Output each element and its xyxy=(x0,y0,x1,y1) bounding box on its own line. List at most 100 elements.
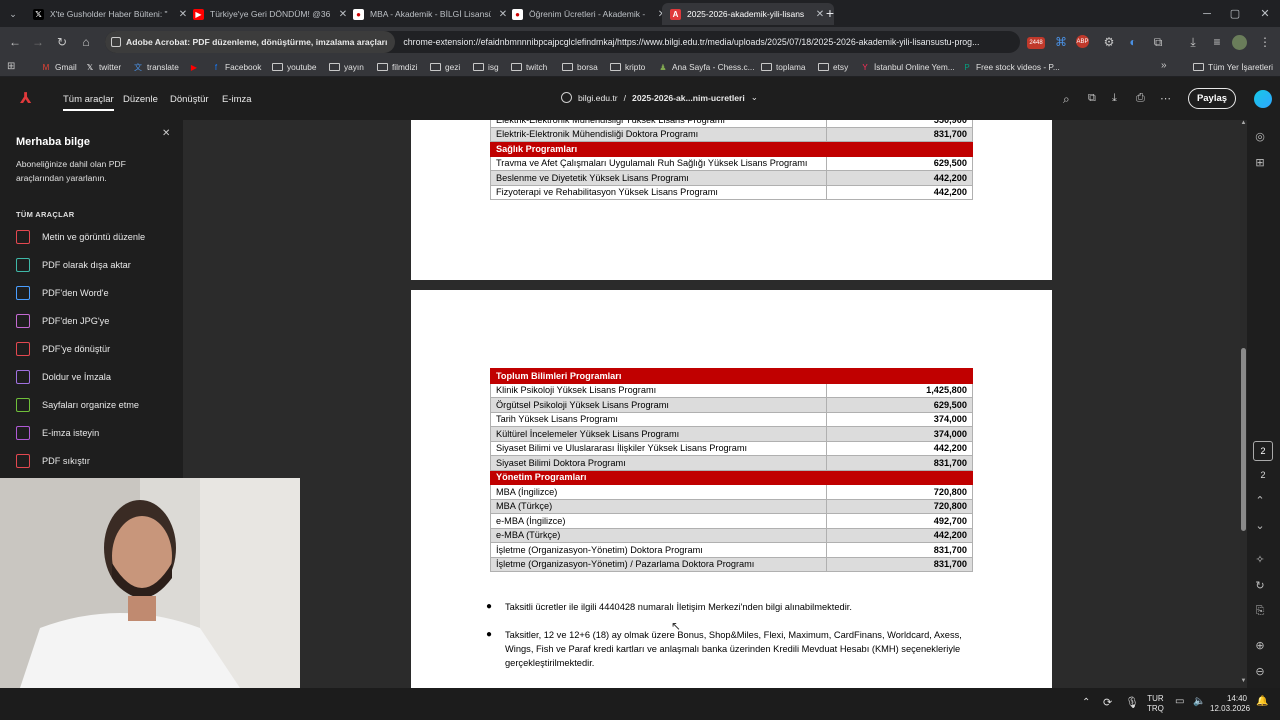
menu-edit[interactable]: Düzenle xyxy=(123,94,158,105)
bookmarks-overflow-icon[interactable]: » xyxy=(1161,60,1167,71)
bookmark-5[interactable]: f Facebook xyxy=(211,59,262,75)
new-tab-button[interactable]: + xyxy=(822,5,838,21)
extension-icon-b[interactable]: ◐ xyxy=(1124,33,1142,51)
bookmark-1[interactable]: M Gmail xyxy=(41,59,77,75)
tab-2[interactable]: ▶ Türkiye'ye Geri DÖNDÜM! @36 ✕ xyxy=(185,3,357,25)
back-icon[interactable]: ← xyxy=(6,33,24,51)
bookmark-10[interactable]: isg xyxy=(473,59,499,75)
breadcrumb-file[interactable]: 2025-2026-ak...nim-ucretleri xyxy=(632,93,745,103)
bookmark-label: twitter xyxy=(99,62,122,72)
bookmark-13[interactable]: kripto xyxy=(610,59,645,75)
close-window-button[interactable]: ✕ xyxy=(1250,0,1280,27)
reload-icon[interactable]: ↻ xyxy=(53,33,71,51)
reading-list-icon[interactable]: ≡ xyxy=(1208,33,1226,51)
bookmark-14[interactable]: ♟ Ana Sayfa - Chess.c... xyxy=(658,59,754,75)
tool-item-8[interactable]: E-imza isteyin xyxy=(16,423,99,443)
panel-close-icon[interactable]: ✕ xyxy=(162,128,170,139)
pdf-viewer[interactable]: Elektrik-Elektronik Mühendisliği Yüksek … xyxy=(183,120,1240,688)
scrollbar-up-icon[interactable]: ▲ xyxy=(1240,120,1247,126)
acrobat-logo-icon[interactable]: ⅄ xyxy=(20,91,35,106)
tool-item-4[interactable]: PDF'den JPG'ye xyxy=(16,311,109,331)
zoom-out-icon[interactable]: ⊖ xyxy=(1251,662,1269,680)
comments-panel-icon[interactable]: ◎ xyxy=(1251,127,1269,145)
program-fee: 629,500 xyxy=(826,155,973,171)
bookmark-15[interactable]: toplama xyxy=(761,59,806,75)
translate-ext-icon[interactable]: ⌘ xyxy=(1052,33,1070,51)
tool-item-2[interactable]: PDF olarak dışa aktar xyxy=(16,255,131,275)
apps-grid-icon[interactable]: ⊞ xyxy=(7,60,19,72)
search-icon[interactable]: ⌕ xyxy=(1063,92,1070,107)
notifications-icon[interactable]: 🔔 xyxy=(1256,696,1268,707)
bookmark-11[interactable]: twitch xyxy=(511,59,547,75)
microphone-icon[interactable]: 🎙 xyxy=(1125,696,1139,709)
tab-5[interactable]: A 2025-2026-akademik-yili-lisans ✕ xyxy=(662,3,834,25)
acrobat-extension-chip[interactable]: Adobe Acrobat: PDF düzenleme, dönüştürme… xyxy=(105,31,396,53)
bookmark-6[interactable]: youtube xyxy=(272,59,317,75)
current-page-box[interactable]: 2 xyxy=(1253,441,1273,461)
more-options-icon[interactable]: ⋯ xyxy=(1160,92,1171,105)
adblock-icon[interactable]: ABP xyxy=(1076,35,1089,48)
scrollbar-down-icon[interactable]: ▼ xyxy=(1240,678,1247,684)
home-icon[interactable]: ⌂ xyxy=(77,33,95,51)
bookmark-18[interactable]: P Free stock videos - P... xyxy=(962,59,1059,75)
menu-kebab-icon[interactable]: ⋮ xyxy=(1256,33,1274,51)
bookmark-8[interactable]: filmdizi xyxy=(377,59,417,75)
tool-item-1[interactable]: Metin ve görüntü düzenle xyxy=(16,227,145,247)
breadcrumb-site[interactable]: bilgi.edu.tr xyxy=(578,93,618,103)
thumbnails-icon[interactable]: ⊞ xyxy=(1251,153,1269,171)
extension-icon-a[interactable]: ⚙ xyxy=(1100,33,1118,51)
maximize-button[interactable]: ▢ xyxy=(1220,0,1250,27)
extensions-puzzle-icon[interactable]: ⧉ xyxy=(1149,33,1167,51)
tab-4[interactable]: ●Öğrenim Ücretleri - Akademik -✕ xyxy=(504,3,676,25)
program-fee: 442,200 xyxy=(826,170,973,186)
bookmark-9[interactable]: gezi xyxy=(430,59,460,75)
menu-all-tools[interactable]: Tüm araçlar xyxy=(63,94,114,111)
all-bookmarks[interactable]: Tüm Yer İşaretleri xyxy=(1193,59,1273,75)
tab-1[interactable]: 𝕏 X'te Gusholder Haber Bülteni: " ✕ xyxy=(25,3,197,25)
bookmark-2[interactable]: 𝕏twitter xyxy=(85,59,121,75)
url-text[interactable]: chrome-extension://efaidnbmnnnibpcajpcgl… xyxy=(395,37,979,47)
lang-code: TUR xyxy=(1147,694,1164,703)
page-down-icon[interactable]: ⌄ xyxy=(1251,516,1269,534)
bookmark-4[interactable]: ▶ xyxy=(189,59,199,75)
profile-avatar-icon[interactable] xyxy=(1232,35,1247,50)
download-pdf-icon[interactable]: ⤓ xyxy=(1112,92,1117,105)
share-button[interactable]: Paylaş xyxy=(1188,88,1236,109)
volume-icon[interactable]: 🔈 xyxy=(1193,696,1205,707)
tool-item-6[interactable]: Doldur ve İmzala xyxy=(16,367,111,387)
forward-icon[interactable]: → xyxy=(29,33,47,51)
page-view-icon[interactable]: ⧉ xyxy=(1088,92,1096,105)
tool-item-7[interactable]: Sayfaları organize etme xyxy=(16,395,139,415)
bookmark-12[interactable]: borsa xyxy=(562,59,598,75)
tray-overflow-icon[interactable]: ⌃ xyxy=(1082,697,1090,708)
clock[interactable]: 14:40 12.03.2026 xyxy=(1210,694,1250,714)
network-icon[interactable]: ▭ xyxy=(1175,696,1184,707)
tool-item-9[interactable]: PDF sıkıştır xyxy=(16,451,90,471)
acrobat-assistant-icon[interactable] xyxy=(1254,90,1272,108)
bookmark-7[interactable]: yayın xyxy=(329,59,364,75)
bookmark-16[interactable]: etsy xyxy=(818,59,848,75)
bookmark-17[interactable]: Y İstanbul Online Yem... xyxy=(860,59,954,75)
tool-item-5[interactable]: PDF'ye dönüştür xyxy=(16,339,110,359)
minimize-button[interactable]: ─ xyxy=(1192,0,1222,27)
tab-3[interactable]: ● MBA - Akademik - BİLGİ Lisansü ✕ xyxy=(345,3,517,25)
zoom-in-icon[interactable]: ⊕ xyxy=(1251,636,1269,654)
menu-esign[interactable]: E-imza xyxy=(222,94,252,105)
chevron-down-icon[interactable]: ⌄ xyxy=(751,92,758,103)
tool-item-3[interactable]: PDF'den Word'e xyxy=(16,283,109,303)
menu-convert[interactable]: Dönüştür xyxy=(170,94,209,105)
scrollbar-thumb[interactable] xyxy=(1241,348,1246,531)
extension-badge-icon[interactable]: 2448 xyxy=(1027,37,1045,49)
page-up-icon[interactable]: ⌃ xyxy=(1251,491,1269,509)
ai-assistant-icon[interactable]: ✧ xyxy=(1251,550,1269,568)
sync-icon[interactable]: ⟳ xyxy=(1103,696,1112,709)
page-fit-icon[interactable]: ⎘ xyxy=(1251,602,1269,620)
rotate-icon[interactable]: ↻ xyxy=(1251,576,1269,594)
tab-search-button[interactable]: ⌄ xyxy=(4,5,22,23)
print-icon[interactable]: ⎙ xyxy=(1136,92,1145,105)
address-bar[interactable]: Adobe Acrobat: PDF düzenleme, dönüştürme… xyxy=(105,31,1020,53)
program-name: MBA (İngilizce) xyxy=(490,484,827,500)
download-icon[interactable]: ⤓ xyxy=(1184,33,1202,51)
input-language[interactable]: TUR TRQ xyxy=(1147,694,1164,714)
bookmark-3[interactable]: 文 translate xyxy=(133,59,179,75)
